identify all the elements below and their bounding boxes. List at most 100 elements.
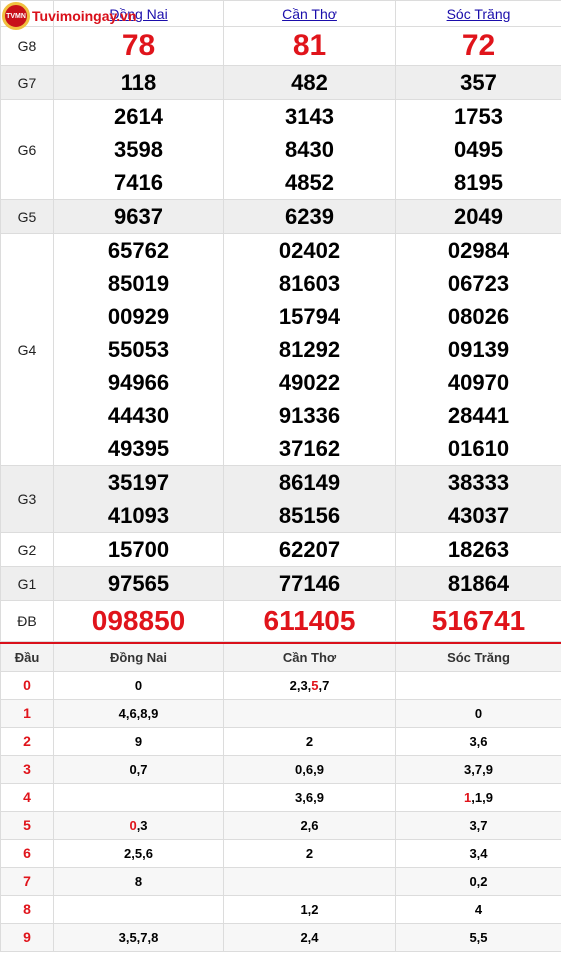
loto-tail-digits: 1,2: [300, 901, 319, 917]
site-logo[interactable]: TVMN Tuvimoingay.vn: [2, 2, 137, 30]
prize-numbers-cell: 78: [53, 26, 224, 66]
loto-tail-cell: [395, 670, 561, 700]
loto-head-digit: 7: [0, 866, 54, 896]
prize-number: 85019: [107, 271, 170, 296]
loto-tail-digits: 5: [311, 677, 319, 693]
loto-tail-digits: 3,4: [469, 845, 488, 861]
prize-numbers-cell: 81: [223, 26, 396, 66]
loto-tail-digits: 3,6: [469, 733, 488, 749]
loto-tail-digits: 2: [305, 845, 314, 861]
loto-tail-digits: 0: [129, 817, 137, 833]
province-link-soc-trang[interactable]: Sóc Trăng: [447, 6, 511, 22]
loto-tail-cell: 9: [53, 726, 224, 756]
loto-tail-cell: 2: [223, 838, 396, 868]
loto-tail-digits: 2,6: [300, 817, 319, 833]
prize-number: 4852: [285, 170, 334, 195]
loto-row: 8 1,2 4: [0, 894, 561, 924]
prize-number: 49395: [107, 436, 170, 461]
loto-tail-digits: 4: [474, 901, 483, 917]
prize-number: 49022: [278, 370, 341, 395]
prize-number: 8430: [285, 137, 334, 162]
prize-number: 91336: [278, 403, 341, 428]
prize-number: 15794: [278, 304, 341, 329]
loto-tail-digits: 0,6,9: [295, 761, 324, 777]
loto-row: 7 8 0,2: [0, 866, 561, 896]
lottery-page: Đồng Nai Cần Thơ Sóc Trăng G8 78 81 72 G7 118…: [0, 0, 561, 953]
prize-numbers-cell: 02402 81603 15794 81292 49022 91336 37162: [223, 233, 396, 466]
loto-head-digit: 6: [0, 838, 54, 868]
prize-label: ĐB: [0, 600, 54, 642]
prize-numbers-cell: 15700: [53, 532, 224, 567]
prize-label: G5: [0, 199, 54, 234]
prize-number: 18263: [447, 537, 510, 562]
loto-header-row: Đầu Đồng Nai Cần Thơ Sóc Trăng: [0, 642, 561, 672]
prize-numbers-cell: 97565: [53, 566, 224, 601]
prize-label: G4: [0, 233, 54, 466]
prize-row: G6 2614 3598 7416 3143 8430 4852 1753 0495 8195: [0, 99, 561, 200]
prize-number: 8195: [454, 170, 503, 195]
loto-tail-digits: 0: [134, 677, 143, 693]
prize-numbers-cell: 38333 43037: [395, 465, 561, 533]
prize-number: 65762: [107, 238, 170, 263]
prize-number: 44430: [107, 403, 170, 428]
loto-tail-cell: 5,5: [395, 922, 561, 952]
loto-tail-cell: 3,5,7,8: [53, 922, 224, 952]
loto-tail-cell: 3,6,9: [223, 782, 396, 812]
loto-tail-digits: 9: [134, 733, 143, 749]
loto-tail-cell: 2: [223, 726, 396, 756]
prize-number: 85156: [278, 503, 341, 528]
prize-numbers-cell: 2049: [395, 199, 561, 234]
prize-number: 3598: [114, 137, 163, 162]
prize-number: 3143: [285, 104, 334, 129]
loto-tail-digits: ,1,9: [471, 789, 493, 805]
prize-number: 81292: [278, 337, 341, 362]
prize-number: 0495: [454, 137, 503, 162]
prize-number: 118: [120, 70, 157, 95]
province-link-can-tho[interactable]: Cần Thơ: [282, 6, 337, 22]
prize-number: 40970: [447, 370, 510, 395]
prize-row: G7 118 482 357: [0, 65, 561, 100]
loto-tail-digits: 0: [474, 705, 483, 721]
loto-tail-digits: 2: [305, 733, 314, 749]
loto-tail-cell: 0: [395, 698, 561, 728]
prize-numbers-cell: 2614 3598 7416: [53, 99, 224, 200]
loto-tail-cell: [223, 698, 396, 728]
loto-tail-cell: 0,6,9: [223, 754, 396, 784]
loto-header-dau: Đầu: [0, 642, 54, 672]
prize-number: 41093: [107, 503, 170, 528]
loto-tail-digits: 0,2: [469, 873, 488, 889]
prize-row: G5 9637 6239 2049: [0, 199, 561, 234]
prize-number: 37162: [278, 436, 341, 461]
prize-number: 516741: [431, 605, 526, 636]
prize-numbers-cell: 86149 85156: [223, 465, 396, 533]
prize-number: 55053: [107, 337, 170, 362]
loto-row: 6 2,5,6 2 3,4: [0, 838, 561, 868]
prize-numbers-cell: 098850: [53, 600, 224, 642]
prize-numbers-cell: 1753 0495 8195: [395, 99, 561, 200]
loto-header-province: Cần Thơ: [223, 642, 396, 672]
loto-tail-digits: ,7: [318, 677, 330, 693]
prize-number: 43037: [447, 503, 510, 528]
prize-numbers-cell: 02984 06723 08026 09139 40970 28441 01610: [395, 233, 561, 466]
loto-row: 1 4,6,8,9 0: [0, 698, 561, 728]
prize-number: 1753: [454, 104, 503, 129]
loto-head-digit: 3: [0, 754, 54, 784]
prize-number: 9637: [114, 204, 163, 229]
prize-number: 2614: [114, 104, 163, 129]
loto-tail-digits: 3,7,9: [464, 761, 493, 777]
loto-tail-cell: 1,2: [223, 894, 396, 924]
loto-tail-cell: 0,3: [53, 810, 224, 840]
province-header: Cần Thơ: [223, 0, 396, 27]
prize-numbers-cell: 482: [223, 65, 396, 100]
prize-numbers-cell: 18263: [395, 532, 561, 567]
loto-head-digit: 9: [0, 922, 54, 952]
loto-tail-cell: 2,6: [223, 810, 396, 840]
prize-number: 611405: [263, 605, 356, 636]
prize-number: 00929: [107, 304, 170, 329]
prize-number: 08026: [447, 304, 510, 329]
prize-numbers-cell: 357: [395, 65, 561, 100]
prize-numbers-cell: 9637: [53, 199, 224, 234]
loto-tail-cell: 2,4: [223, 922, 396, 952]
loto-tail-digits: 3,7: [469, 817, 488, 833]
loto-tail-digits: 2,3,: [289, 677, 312, 693]
